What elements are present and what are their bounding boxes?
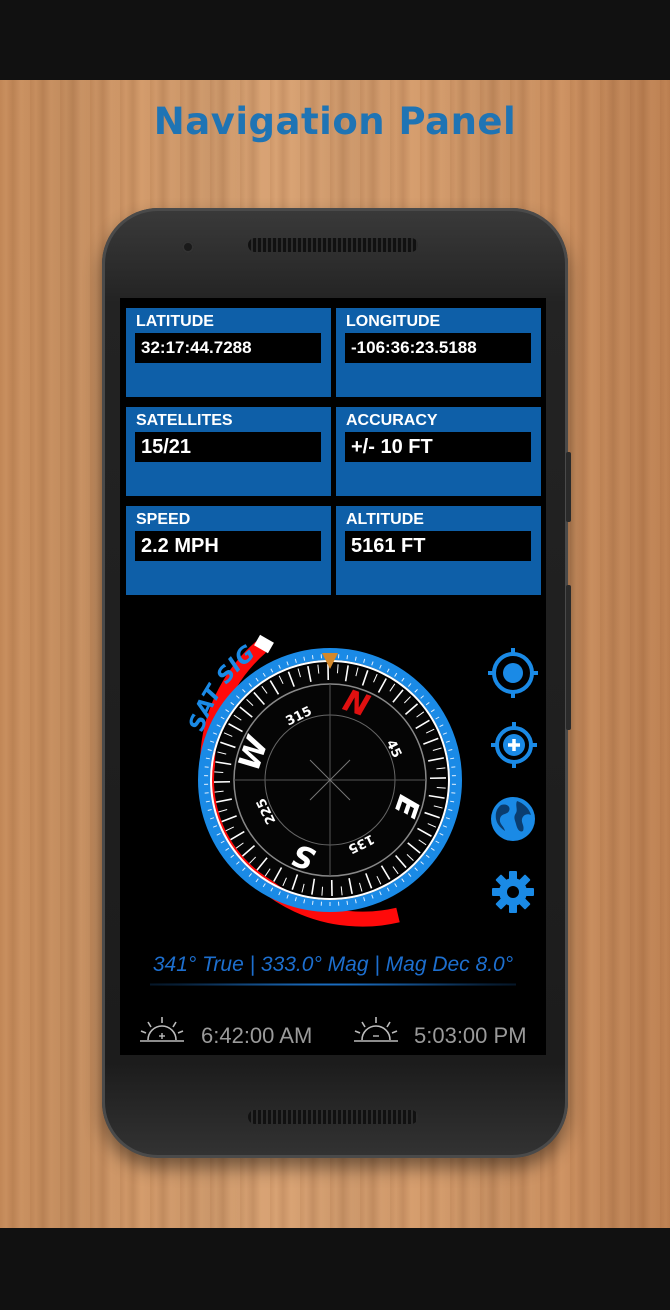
sunrise-time: 6:42:00 AM	[201, 1023, 313, 1048]
front-camera	[182, 241, 194, 253]
accuracy-card: ACCURACY +/- 10 FT	[336, 407, 541, 496]
promo-headline: Navigation Panel	[153, 100, 517, 143]
sunrise-icon	[140, 1017, 184, 1042]
bezel-tick	[450, 757, 455, 760]
globe-icon[interactable]	[489, 795, 537, 843]
bezel-tick	[311, 900, 314, 905]
app-screen: LATITUDE 32:17:44.7288 LONGITUDE -106:36…	[120, 298, 546, 1055]
satellites-value: 15/21	[135, 432, 321, 462]
longitude-card: LONGITUDE -106:36:23.5188	[336, 308, 541, 397]
heading-readout: 341° True | 333.0° Mag | Mag Dec 8.0°	[152, 953, 514, 976]
speed-card: SPEED 2.2 MPH	[126, 506, 331, 595]
altitude-card: ALTITUDE 5161 FT	[336, 506, 541, 595]
bezel-tick	[450, 800, 455, 803]
bezel-tick	[205, 800, 210, 803]
compass-tick	[214, 771, 224, 774]
gear-icon[interactable]	[491, 870, 535, 914]
volume-button	[566, 585, 571, 730]
bezel-tick	[311, 655, 314, 660]
compass-tick	[321, 886, 324, 896]
compass-tick	[336, 664, 339, 674]
satellites-label: SATELLITES	[136, 412, 233, 429]
power-button	[566, 452, 571, 522]
longitude-value: -106:36:23.5188	[345, 333, 531, 363]
compass-tick	[436, 786, 446, 789]
top-black-bar	[0, 0, 670, 80]
altitude-value: 5161 FT	[345, 531, 531, 561]
accuracy-label: ACCURACY	[346, 412, 438, 429]
speed-label: SPEED	[136, 511, 191, 528]
speed-value: 2.2 MPH	[135, 531, 321, 561]
crosshair-icon[interactable]	[487, 647, 539, 699]
altitude-label: ALTITUDE	[346, 511, 424, 528]
sunset-time: 5:03:00 PM	[414, 1023, 527, 1048]
zoom-target-icon[interactable]	[491, 722, 537, 768]
compass-widget[interactable]: SAT SIG N 45 E 135 S 225 W 315	[160, 623, 490, 948]
latitude-value: 32:17:44.7288	[135, 333, 321, 363]
sunset-icon	[354, 1017, 398, 1042]
satellites-card: SATELLITES 15/21	[126, 407, 331, 496]
bottom-speaker	[248, 1110, 418, 1124]
latitude-label: LATITUDE	[136, 313, 214, 330]
bottom-black-bar	[0, 1228, 670, 1310]
accuracy-value: +/- 10 FT	[345, 432, 531, 462]
bezel-tick	[346, 900, 349, 905]
bezel-tick	[346, 655, 349, 660]
heading-glow-line	[150, 983, 516, 986]
bezel-tick	[205, 757, 210, 760]
latitude-card: LATITUDE 32:17:44.7288	[126, 308, 331, 397]
longitude-label: LONGITUDE	[346, 313, 441, 330]
top-speaker	[248, 238, 418, 252]
